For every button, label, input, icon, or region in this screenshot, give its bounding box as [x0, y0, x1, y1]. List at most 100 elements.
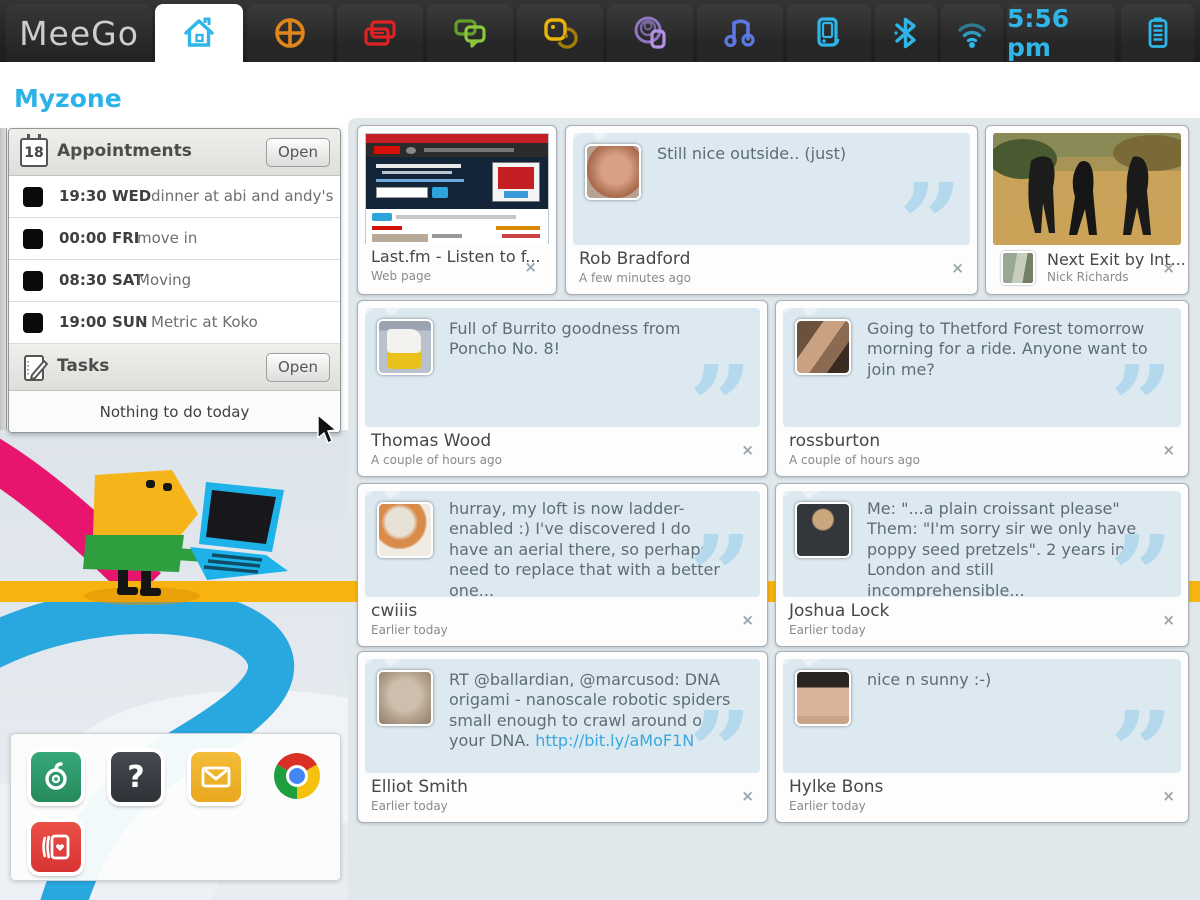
- avatar: [795, 319, 851, 375]
- tab-people[interactable]: [517, 4, 603, 62]
- appointment-when: 00:00 FRI: [59, 229, 139, 247]
- appointment-bullet: [23, 271, 43, 291]
- status-card[interactable]: ” Still nice outside.. (just) ” Rob Brad…: [565, 125, 978, 295]
- page-title: Myzone: [14, 84, 122, 113]
- status-chat-icon: [450, 14, 490, 52]
- card-footer: Last.fm - Listen to f... Web page ×: [365, 244, 549, 292]
- tab-myzone[interactable]: [155, 4, 243, 62]
- card-close-button[interactable]: ×: [1162, 259, 1175, 277]
- appointment-bullet: [23, 187, 43, 207]
- webpage-thumbnail: [365, 133, 549, 245]
- chrome-glyph: [269, 748, 325, 804]
- decor: [372, 226, 402, 230]
- decor: [432, 187, 448, 198]
- card-author: Thomas Wood: [371, 431, 491, 451]
- card-footer: cwiiis Earlier today ×: [365, 598, 760, 642]
- card-close-button[interactable]: ×: [1162, 787, 1175, 805]
- appointment-row[interactable]: 19:30 WED dinner at abi and andy's: [9, 176, 340, 218]
- applications-icon: [360, 14, 400, 52]
- tab-internet[interactable]: [607, 4, 693, 62]
- help-icon[interactable]: ?: [111, 752, 161, 802]
- web-preview-card[interactable]: Last.fm - Listen to f... Web page ×: [357, 125, 557, 295]
- status-card[interactable]: ” Full of Burrito goodness from Poncho N…: [357, 300, 768, 477]
- appointments-title: Appointments: [57, 141, 192, 161]
- decor: [498, 167, 534, 189]
- appointment-row[interactable]: 08:30 SAT Moving: [9, 260, 340, 302]
- card-author: Elliot Smith: [371, 777, 468, 797]
- status-card[interactable]: ” hurray, my loft is now ladder-enabled …: [357, 483, 768, 647]
- media-cards-glyph: [38, 829, 74, 865]
- card-timestamp: Earlier today: [371, 623, 448, 637]
- card-close-button[interactable]: ×: [1162, 441, 1175, 459]
- decor: [366, 143, 548, 157]
- tab-status[interactable]: [427, 4, 513, 62]
- card-close-button[interactable]: ×: [741, 611, 754, 629]
- decor: [376, 179, 464, 182]
- decor: [396, 215, 516, 219]
- tasks-title: Tasks: [57, 356, 109, 376]
- activity-feed: Last.fm - Listen to f... Web page × ” St…: [348, 118, 1200, 900]
- decor: [502, 234, 540, 238]
- avatar: [795, 670, 851, 726]
- avatar: [377, 502, 433, 558]
- clock-text: 5:56 pm: [1007, 4, 1115, 62]
- quote-icon: ”: [899, 169, 962, 245]
- status-card[interactable]: ” Me: "...a plain croissant please" Them…: [775, 483, 1189, 647]
- card-author: Nick Richards: [1047, 270, 1129, 284]
- status-bubble: ” RT @ballardian, @marcusod: DNA origami…: [365, 659, 760, 773]
- chrome-icon[interactable]: [269, 748, 325, 804]
- decor: [366, 157, 548, 209]
- appointment-bullet: [23, 313, 43, 333]
- status-card[interactable]: ” RT @ballardian, @marcusod: DNA origami…: [357, 651, 768, 823]
- tray-battery[interactable]: [1121, 4, 1194, 62]
- appointments-open-button[interactable]: Open: [266, 138, 330, 167]
- appointment-row[interactable]: 19:00 SUN Metric at Koko: [9, 302, 340, 344]
- tray-bluetooth[interactable]: [875, 4, 937, 62]
- appointment-when: 19:30 WED: [59, 187, 151, 205]
- media-cards-icon[interactable]: [31, 822, 81, 872]
- mail-icon[interactable]: [191, 752, 241, 802]
- status-message: RT @ballardian, @marcusod: DNA origami -…: [449, 670, 732, 752]
- card-timestamp: Earlier today: [789, 623, 866, 637]
- tasks-open-button[interactable]: Open: [266, 353, 330, 382]
- tasks-header: Tasks Open: [9, 344, 340, 391]
- tab-media[interactable]: [697, 4, 783, 62]
- tab-applications[interactable]: [337, 4, 423, 62]
- media-card[interactable]: Next Exit by Int... Nick Richards ×: [985, 125, 1189, 295]
- card-close-button[interactable]: ×: [1162, 611, 1175, 629]
- card-close-button[interactable]: ×: [951, 259, 964, 277]
- status-message: Full of Burrito goodness from Poncho No.…: [449, 319, 732, 360]
- tab-zones[interactable]: [247, 4, 333, 62]
- bambuser-icon[interactable]: [31, 752, 81, 802]
- tray-network[interactable]: [941, 4, 1003, 62]
- status-message: hurray, my loft is now ladder-enabled :)…: [449, 499, 732, 597]
- appointment-what: Moving: [137, 271, 191, 289]
- decor: [372, 234, 428, 242]
- decor: [376, 164, 461, 168]
- decor: [376, 187, 428, 198]
- card-close-button[interactable]: ×: [524, 258, 537, 276]
- calendar-icon: 18: [20, 138, 48, 167]
- appointment-what: dinner at abi and andy's: [151, 187, 333, 205]
- status-card[interactable]: ” Going to Thetford Forest tomorrow morn…: [775, 300, 1189, 477]
- tab-devices[interactable]: [787, 4, 871, 62]
- card-close-button[interactable]: ×: [741, 787, 754, 805]
- appointment-row[interactable]: 00:00 FRI move in: [9, 218, 340, 260]
- card-close-button[interactable]: ×: [741, 441, 754, 459]
- decor: [366, 209, 548, 245]
- status-bubble: ” Still nice outside.. (just) ”: [573, 133, 970, 245]
- avatar: [377, 670, 433, 726]
- card-footer: Hylke Bons Earlier today ×: [783, 774, 1181, 818]
- status-card[interactable]: ” nice n sunny :-) ” Hylke Bons Earlier …: [775, 651, 1189, 823]
- meego-logo: MeeGo: [6, 4, 152, 62]
- tray-clock[interactable]: 5:56 pm: [1007, 4, 1115, 62]
- media-photo: [993, 133, 1181, 245]
- decor: [372, 213, 392, 221]
- decor: [374, 146, 400, 154]
- status-bubble: ” Full of Burrito goodness from Poncho N…: [365, 308, 760, 427]
- decor: [496, 226, 540, 230]
- status-message-link[interactable]: http://bit.ly/aMoF1N: [535, 731, 694, 750]
- internet-icon: [630, 14, 670, 52]
- card-timestamp: Earlier today: [371, 799, 448, 813]
- people-icon: [540, 14, 580, 52]
